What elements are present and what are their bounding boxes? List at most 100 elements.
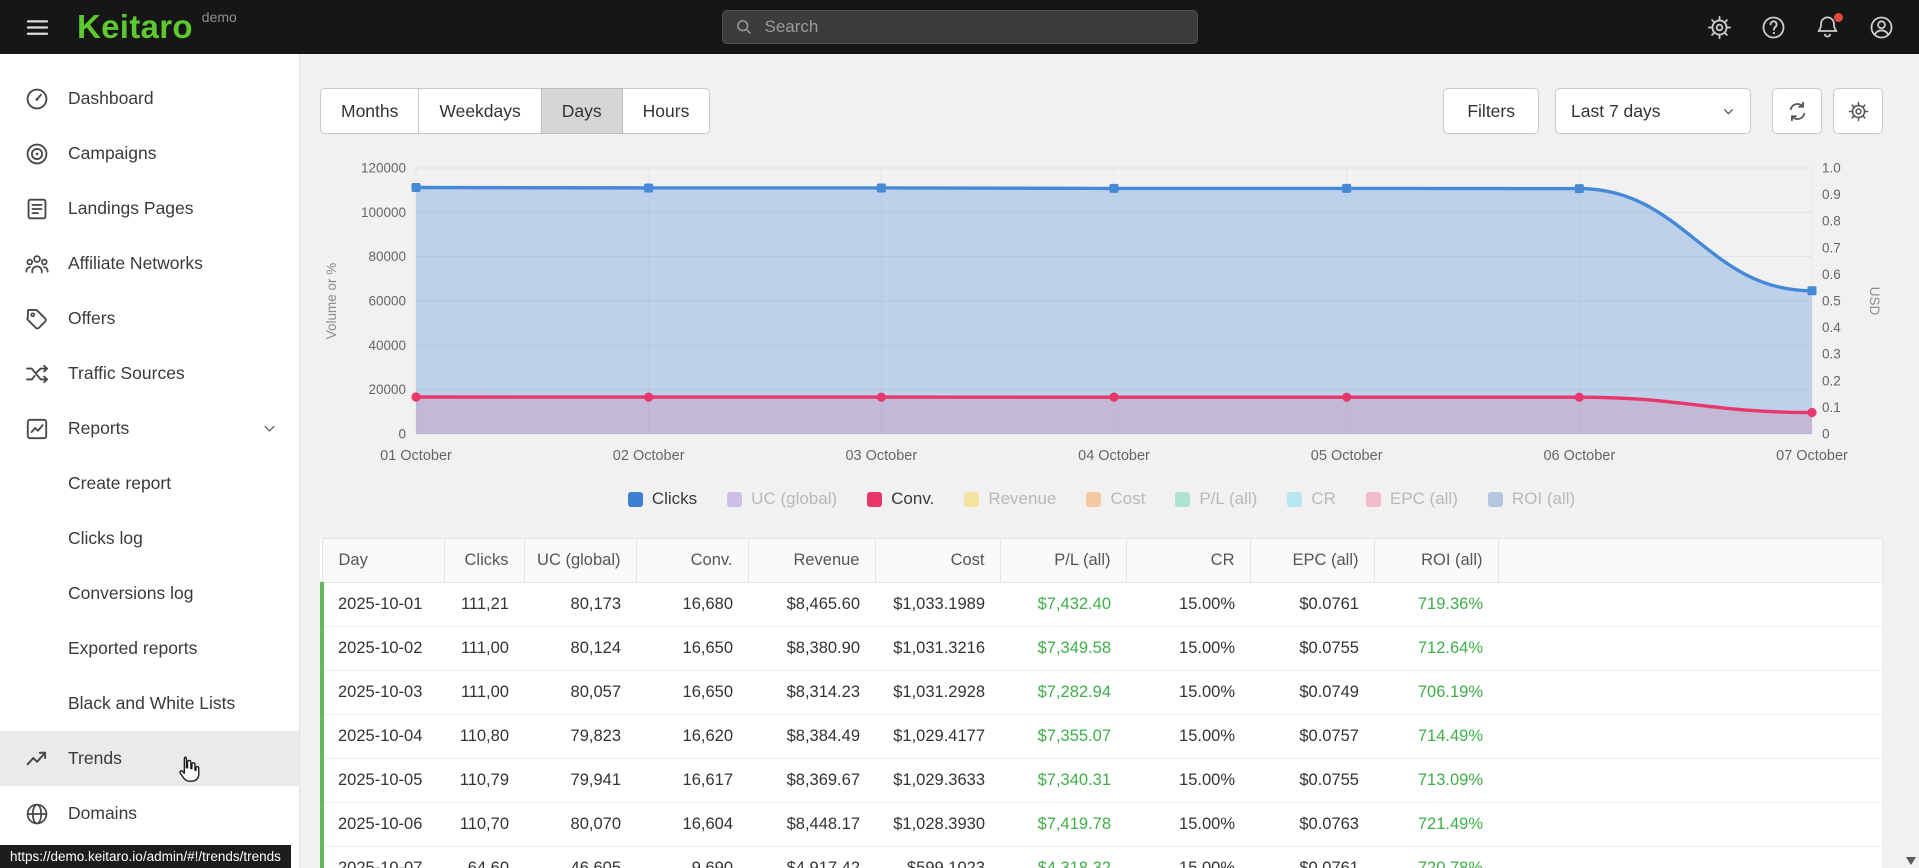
col-header-roi-all[interactable]: ROI (all): [1373, 538, 1499, 583]
cell-roi-all: 719.36%: [1374, 582, 1498, 627]
tab-months[interactable]: Months: [320, 88, 420, 134]
col-header-epc-all[interactable]: EPC (all): [1249, 538, 1375, 583]
legend-item-revenue[interactable]: Revenue: [964, 489, 1056, 509]
filters-button[interactable]: Filters: [1443, 88, 1539, 134]
sidebar-item-dashboard[interactable]: Dashboard: [0, 71, 299, 126]
cell-filler: [1498, 758, 1883, 803]
col-header-conv[interactable]: Conv.: [635, 538, 749, 583]
cell-revenue: $8,384.49: [748, 714, 875, 759]
chevron-down-icon: [264, 425, 275, 432]
global-search[interactable]: [721, 10, 1198, 44]
legend-item-cost[interactable]: Cost: [1086, 489, 1145, 509]
sidebar-item-create-report[interactable]: Create report: [0, 456, 299, 511]
sidebar-item-trends[interactable]: Trends: [0, 731, 299, 786]
legend-label: EPC (all): [1389, 489, 1458, 508]
col-header-clicks[interactable]: Clicks: [443, 538, 525, 583]
table-row: 2025-10-02 111,00 80,124 16,650 $8,380.90 $1,…: [320, 626, 1883, 671]
legend-item-epc-all[interactable]: EPC (all): [1365, 489, 1458, 509]
sidebar-item-black-and-white-lists[interactable]: Black and White Lists: [0, 676, 299, 731]
cell-epc-all: $0.0755: [1250, 758, 1374, 803]
legend-swatch: [1086, 491, 1102, 507]
cell-clicks: 111,21: [444, 582, 524, 627]
sidebar-item-label: Landings Pages: [68, 198, 194, 218]
cell-epc-all: $0.0749: [1250, 670, 1374, 715]
sidebar-item-label: Domains: [68, 803, 138, 823]
tab-days[interactable]: Days: [540, 88, 623, 134]
affiliate-icon-wrap: [24, 251, 50, 277]
sidebar-item-landings-pages[interactable]: Landings Pages: [0, 181, 299, 236]
svg-text:0.7: 0.7: [1822, 240, 1841, 255]
cell-filler: [1498, 802, 1883, 847]
legend-swatch: [727, 491, 743, 507]
svg-text:0.2: 0.2: [1822, 373, 1841, 388]
svg-text:01 October: 01 October: [380, 448, 452, 464]
tab-weekdays[interactable]: Weekdays: [418, 88, 542, 134]
sidebar-item-label: Campaigns: [68, 143, 157, 163]
logo-demo-badge: demo: [201, 9, 237, 25]
cell-day: 2025-10-04: [320, 714, 444, 759]
cell-revenue: $8,314.23: [748, 670, 875, 715]
svg-text:100000: 100000: [361, 205, 406, 220]
legend-swatch: [1287, 491, 1303, 507]
help-button[interactable]: [1760, 14, 1787, 41]
svg-text:80000: 80000: [368, 249, 406, 264]
col-header-p-l-all[interactable]: P/L (all): [999, 538, 1127, 583]
col-header-cr[interactable]: CR: [1125, 538, 1251, 583]
trends-chart[interactable]: 0 20000 40000 60000 80000 100000 120000 0 0.1 0.2…: [320, 158, 1883, 470]
notifications-button[interactable]: [1814, 12, 1843, 41]
sidebar-item-traffic-sources[interactable]: Traffic Sources: [0, 346, 299, 401]
cell-day: 2025-10-06: [320, 802, 444, 847]
table-row: 2025-10-06 110,70 80,070 16,604 $8,448.17 $1,…: [320, 802, 1883, 847]
sidebar-item-offers[interactable]: Offers: [0, 291, 299, 346]
status-url-tooltip: https://demo.keitaro.io/admin/#!/trends/…: [0, 845, 291, 868]
sidebar-item-reports[interactable]: Reports: [0, 401, 299, 456]
col-header-day[interactable]: Day: [321, 538, 445, 583]
sidebar-item-conversions-log[interactable]: Conversions log: [0, 566, 299, 621]
legend-item-uc-global[interactable]: UC (global): [727, 489, 837, 509]
scrollbar-down-arrow[interactable]: [1906, 857, 1916, 865]
col-header-cost[interactable]: Cost: [874, 538, 1001, 583]
offers-icon: [26, 308, 47, 329]
help-icon: [1762, 16, 1785, 38]
legend-label: Clicks: [651, 489, 698, 508]
svg-text:03 October: 03 October: [845, 448, 917, 464]
cell-filler: [1498, 670, 1883, 715]
search-icon: [736, 20, 751, 34]
table-row: 2025-10-03 111,00 80,057 16,650 $8,314.23 $1,…: [320, 670, 1883, 715]
search-input[interactable]: [762, 16, 1186, 38]
sidebar-item-domains[interactable]: Domains: [0, 786, 299, 841]
sidebar-item-label: Clicks log: [68, 528, 143, 548]
date-range-select[interactable]: Last 7 days: [1555, 88, 1751, 134]
legend-item-conv[interactable]: Conv.: [867, 489, 934, 509]
sidebar-item-clicks-log[interactable]: Clicks log: [0, 511, 299, 566]
refresh-button[interactable]: [1772, 88, 1822, 134]
legend-item-cr[interactable]: CR: [1287, 489, 1336, 509]
avatar-icon: [1870, 16, 1893, 38]
legend-item-clicks[interactable]: Clicks: [627, 489, 698, 509]
col-header-revenue[interactable]: Revenue: [747, 538, 876, 583]
app-logo[interactable]: Keitaro: [77, 0, 193, 54]
legend-item-p-l-all[interactable]: P/L (all): [1175, 489, 1257, 509]
tab-hours[interactable]: Hours: [621, 88, 711, 134]
legend-item-roi-all[interactable]: ROI (all): [1487, 489, 1575, 509]
svg-text:02 October: 02 October: [613, 448, 685, 464]
sidebar-item-exported-reports[interactable]: Exported reports: [0, 621, 299, 676]
sidebar-item-campaigns[interactable]: Campaigns: [0, 126, 299, 181]
cell-cr: 15.00%: [1126, 758, 1250, 803]
traffic-icon: [26, 364, 48, 383]
menu-toggle-button[interactable]: [24, 14, 51, 41]
legend-swatch: [964, 491, 980, 507]
settings-button[interactable]: [1706, 14, 1733, 41]
cell-uc-global: 79,823: [524, 714, 636, 759]
sidebar-item-label: Conversions log: [68, 583, 194, 603]
col-header-uc-global[interactable]: UC (global): [523, 538, 637, 583]
cell-clicks: 110,70: [444, 802, 524, 847]
sidebar-item-affiliate-networks[interactable]: Affiliate Networks: [0, 236, 299, 291]
sidebar-item-label: Affiliate Networks: [68, 253, 203, 273]
account-button[interactable]: [1868, 14, 1895, 41]
table-header-row: Day Clicks UC (global) Conv. Revenue Cost P/L …: [321, 538, 1883, 583]
cell-clicks: 111,00: [444, 670, 524, 715]
chevron-wrap: [260, 419, 279, 438]
cell-clicks: 111,00: [444, 626, 524, 671]
report-settings-button[interactable]: [1833, 88, 1883, 134]
